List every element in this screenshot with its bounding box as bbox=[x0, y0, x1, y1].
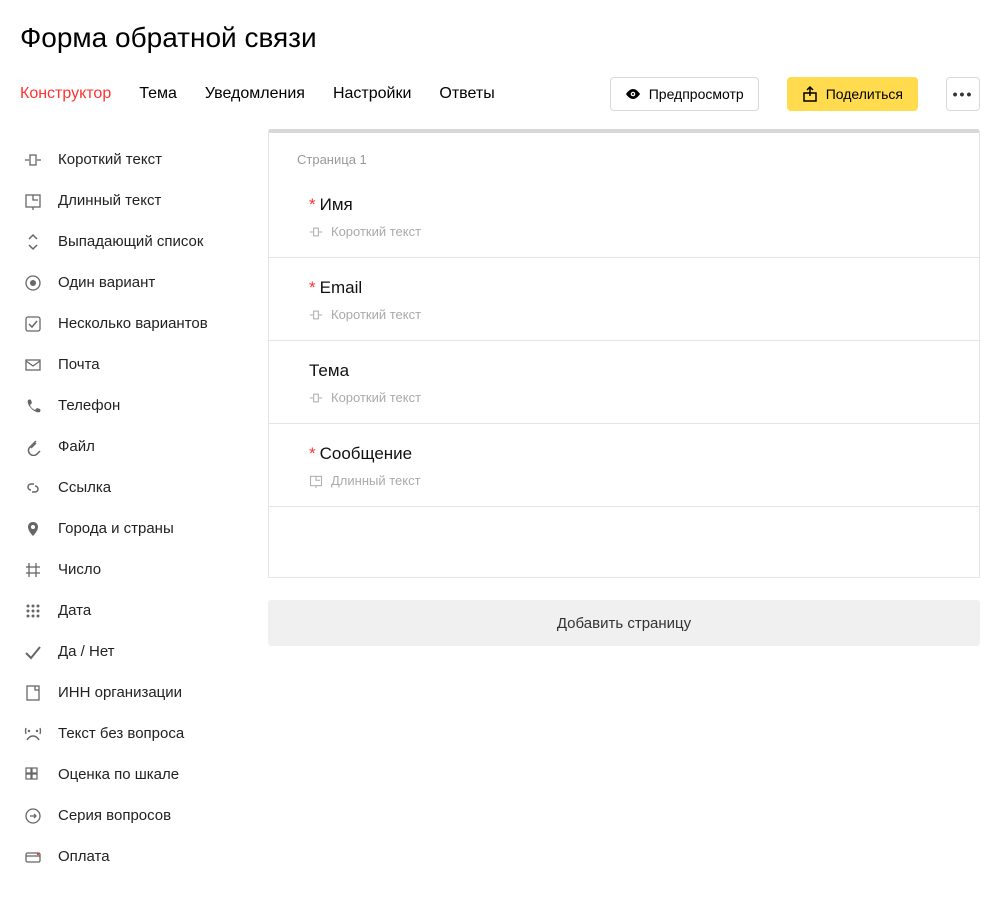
sidebar-item-series[interactable]: Серия вопросов bbox=[20, 795, 244, 836]
question-email[interactable]: *Email Короткий текст bbox=[269, 258, 979, 341]
preview-button[interactable]: Предпросмотр bbox=[610, 77, 759, 111]
checkbox-icon bbox=[24, 315, 42, 333]
question-type: Короткий текст bbox=[309, 223, 951, 241]
question-type-label: Короткий текст bbox=[331, 223, 421, 241]
ellipsis-icon: ••• bbox=[953, 86, 974, 102]
dropdown-icon bbox=[24, 233, 42, 251]
sidebar-item-label: Ссылка bbox=[58, 477, 111, 498]
tab-answers[interactable]: Ответы bbox=[439, 83, 494, 105]
sidebar-item-checkbox[interactable]: Несколько вариантов bbox=[20, 303, 244, 344]
sidebar-item-short-text[interactable]: Короткий текст bbox=[20, 139, 244, 180]
sidebar-item-label: Оценка по шкале bbox=[58, 764, 179, 785]
sidebar-item-label: Один вариант bbox=[58, 272, 155, 293]
question-message[interactable]: *Сообщение Длинный текст bbox=[269, 424, 979, 507]
location-pin-icon bbox=[24, 520, 42, 538]
sidebar-item-label: Выпадающий список bbox=[58, 231, 203, 252]
sidebar-item-label: Почта bbox=[58, 354, 100, 375]
form-page-card: Страница 1 *Имя Короткий текст *Email Ко… bbox=[268, 129, 980, 578]
preview-button-label: Предпросмотр bbox=[649, 86, 744, 102]
page-label: Страница 1 bbox=[269, 133, 979, 175]
sidebar-item-link[interactable]: Ссылка bbox=[20, 467, 244, 508]
tab-constructor[interactable]: Конструктор bbox=[20, 83, 111, 105]
tab-notifications[interactable]: Уведомления bbox=[205, 83, 305, 105]
sidebar-item-label: Файл bbox=[58, 436, 95, 457]
sidebar-item-boolean[interactable]: Да / Нет bbox=[20, 631, 244, 672]
question-title: *Имя bbox=[309, 193, 951, 217]
field-types-sidebar: Короткий текст Длинный текст Выпадающий … bbox=[20, 129, 244, 877]
long-text-icon bbox=[309, 474, 323, 488]
sidebar-item-rating[interactable]: Оценка по шкале bbox=[20, 754, 244, 795]
question-title: *Сообщение bbox=[309, 442, 951, 466]
quote-icon bbox=[24, 725, 42, 743]
sidebar-item-label: Города и страны bbox=[58, 518, 174, 539]
sidebar-item-date[interactable]: Дата bbox=[20, 590, 244, 631]
question-subject[interactable]: Тема Короткий текст bbox=[269, 341, 979, 424]
top-tabs-bar: Конструктор Тема Уведомления Настройки О… bbox=[20, 71, 980, 129]
sidebar-item-label: Несколько вариантов bbox=[58, 313, 208, 334]
required-mark: * bbox=[309, 444, 316, 463]
sidebar-item-payment[interactable]: Оплата bbox=[20, 836, 244, 877]
arrow-circle-icon bbox=[24, 807, 42, 825]
short-text-icon bbox=[309, 225, 323, 239]
sidebar-item-label: ИНН организации bbox=[58, 682, 182, 703]
add-page-label: Добавить страницу bbox=[557, 613, 691, 634]
grid-dots-icon bbox=[24, 602, 42, 620]
sidebar-item-radio[interactable]: Один вариант bbox=[20, 262, 244, 303]
form-canvas: Страница 1 *Имя Короткий текст *Email Ко… bbox=[268, 129, 980, 646]
share-button-label: Поделиться bbox=[826, 86, 903, 102]
short-text-icon bbox=[309, 391, 323, 405]
page-title: Форма обратной связи bbox=[20, 18, 980, 57]
sidebar-item-file[interactable]: Файл bbox=[20, 426, 244, 467]
long-text-icon bbox=[24, 192, 42, 210]
sidebar-item-number[interactable]: Число bbox=[20, 549, 244, 590]
sidebar-item-label: Серия вопросов bbox=[58, 805, 171, 826]
sidebar-item-label: Число bbox=[58, 559, 101, 580]
sidebar-item-location[interactable]: Города и страны bbox=[20, 508, 244, 549]
link-icon bbox=[24, 479, 42, 497]
sidebar-item-org-id[interactable]: ИНН организации bbox=[20, 672, 244, 713]
tab-theme[interactable]: Тема bbox=[139, 83, 177, 105]
sidebar-item-label: Телефон bbox=[58, 395, 120, 416]
phone-icon bbox=[24, 397, 42, 415]
question-title: *Email bbox=[309, 276, 951, 300]
sidebar-item-label: Текст без вопроса bbox=[58, 723, 184, 744]
question-type-label: Короткий текст bbox=[331, 389, 421, 407]
question-title: Тема bbox=[309, 359, 951, 383]
sidebar-item-phone[interactable]: Телефон bbox=[20, 385, 244, 426]
short-text-icon bbox=[309, 308, 323, 322]
grid-icon bbox=[24, 766, 42, 784]
eye-icon bbox=[625, 86, 641, 102]
question-type: Короткий текст bbox=[309, 389, 951, 407]
question-name[interactable]: *Имя Короткий текст bbox=[269, 175, 979, 258]
sidebar-item-email[interactable]: Почта bbox=[20, 344, 244, 385]
required-mark: * bbox=[309, 278, 316, 297]
email-icon bbox=[24, 356, 42, 374]
paperclip-icon bbox=[24, 438, 42, 456]
sidebar-item-label: Дата bbox=[58, 600, 91, 621]
question-type: Длинный текст bbox=[309, 472, 951, 490]
document-icon bbox=[24, 684, 42, 702]
sidebar-item-label: Короткий текст bbox=[58, 149, 162, 170]
hash-icon bbox=[24, 561, 42, 579]
add-page-button[interactable]: Добавить страницу bbox=[268, 600, 980, 646]
share-icon bbox=[802, 86, 818, 102]
share-button[interactable]: Поделиться bbox=[787, 77, 918, 111]
sidebar-item-label: Оплата bbox=[58, 846, 110, 867]
short-text-icon bbox=[24, 151, 42, 169]
sidebar-item-label: Длинный текст bbox=[58, 190, 161, 211]
sidebar-item-label: Да / Нет bbox=[58, 641, 115, 662]
check-icon bbox=[24, 643, 42, 661]
sidebar-item-long-text[interactable]: Длинный текст bbox=[20, 180, 244, 221]
more-actions-button[interactable]: ••• bbox=[946, 77, 980, 111]
sidebar-item-text-block[interactable]: Текст без вопроса bbox=[20, 713, 244, 754]
required-mark: * bbox=[309, 195, 316, 214]
radio-icon bbox=[24, 274, 42, 292]
question-type-label: Короткий текст bbox=[331, 306, 421, 324]
question-type-label: Длинный текст bbox=[331, 472, 421, 490]
question-type: Короткий текст bbox=[309, 306, 951, 324]
sidebar-item-dropdown[interactable]: Выпадающий список bbox=[20, 221, 244, 262]
card-icon bbox=[24, 848, 42, 866]
tab-settings[interactable]: Настройки bbox=[333, 83, 411, 105]
